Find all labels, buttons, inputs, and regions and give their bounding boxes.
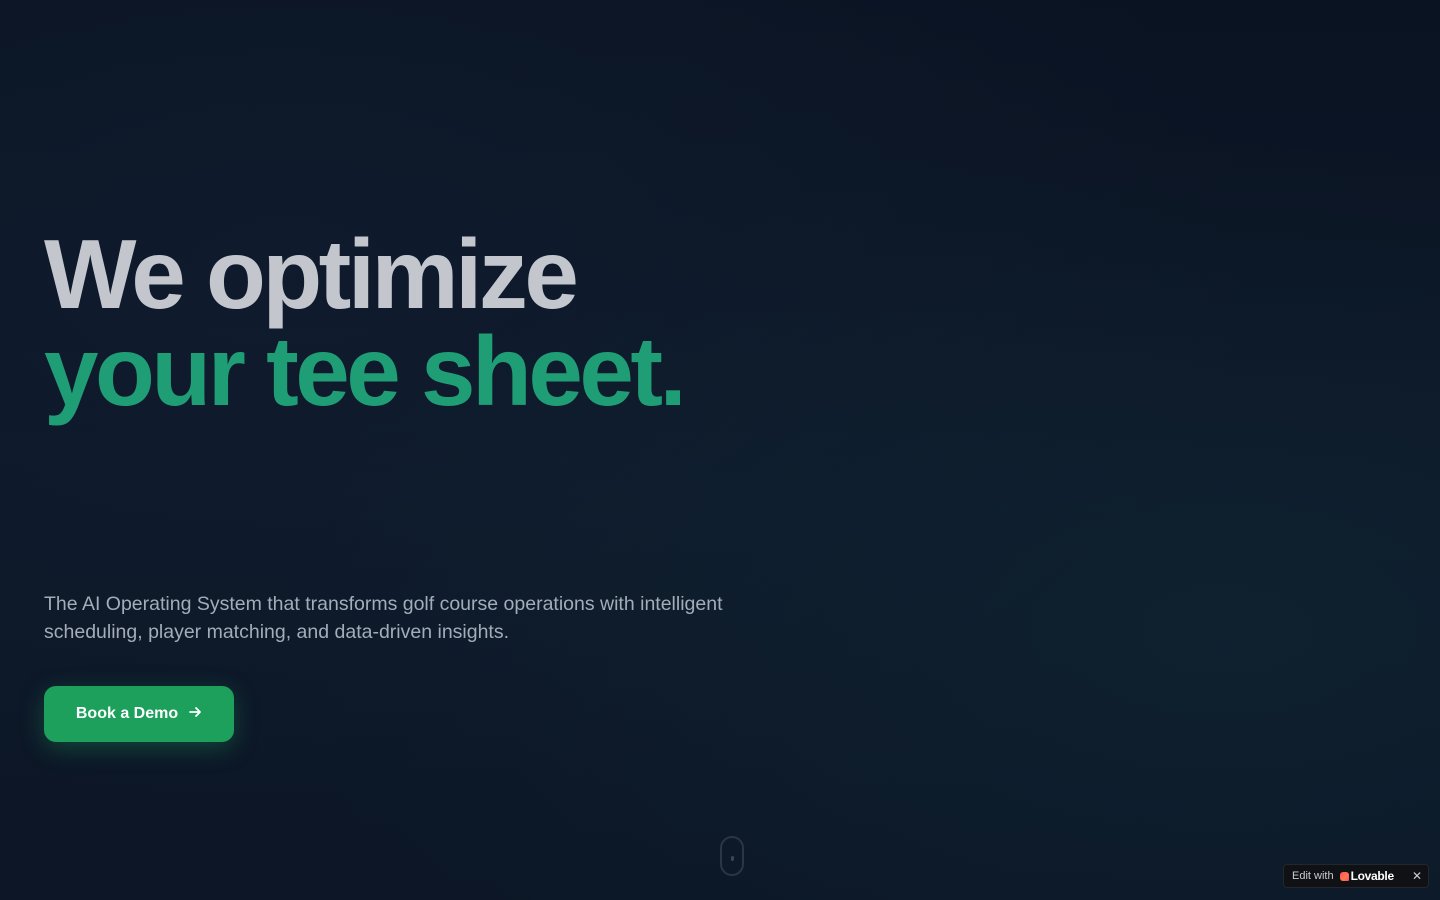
close-icon[interactable]: ✕ xyxy=(1412,870,1422,882)
scroll-dot xyxy=(731,856,734,861)
headline-line-accent: your tee sheet. xyxy=(44,316,687,426)
hero-section: We optimize your tee sheet. The AI Opera… xyxy=(44,0,804,900)
headline-line-primary: We optimize xyxy=(44,219,579,329)
book-demo-button[interactable]: Book a Demo xyxy=(44,686,234,742)
arrow-right-icon xyxy=(188,705,202,723)
badge-prefix: Edit with xyxy=(1292,870,1334,882)
mouse-scroll-icon[interactable] xyxy=(720,836,744,876)
hero-headline: We optimize your tee sheet. xyxy=(44,219,687,426)
badge-brand: Lovable xyxy=(1350,869,1395,883)
book-demo-label: Book a Demo xyxy=(75,705,179,722)
edit-with-lovable-badge[interactable]: Edit with Lovable ✕ xyxy=(1283,864,1429,888)
hero-subtitle: The AI Operating System that transforms … xyxy=(44,593,723,643)
lovable-heart-icon xyxy=(1339,871,1349,881)
